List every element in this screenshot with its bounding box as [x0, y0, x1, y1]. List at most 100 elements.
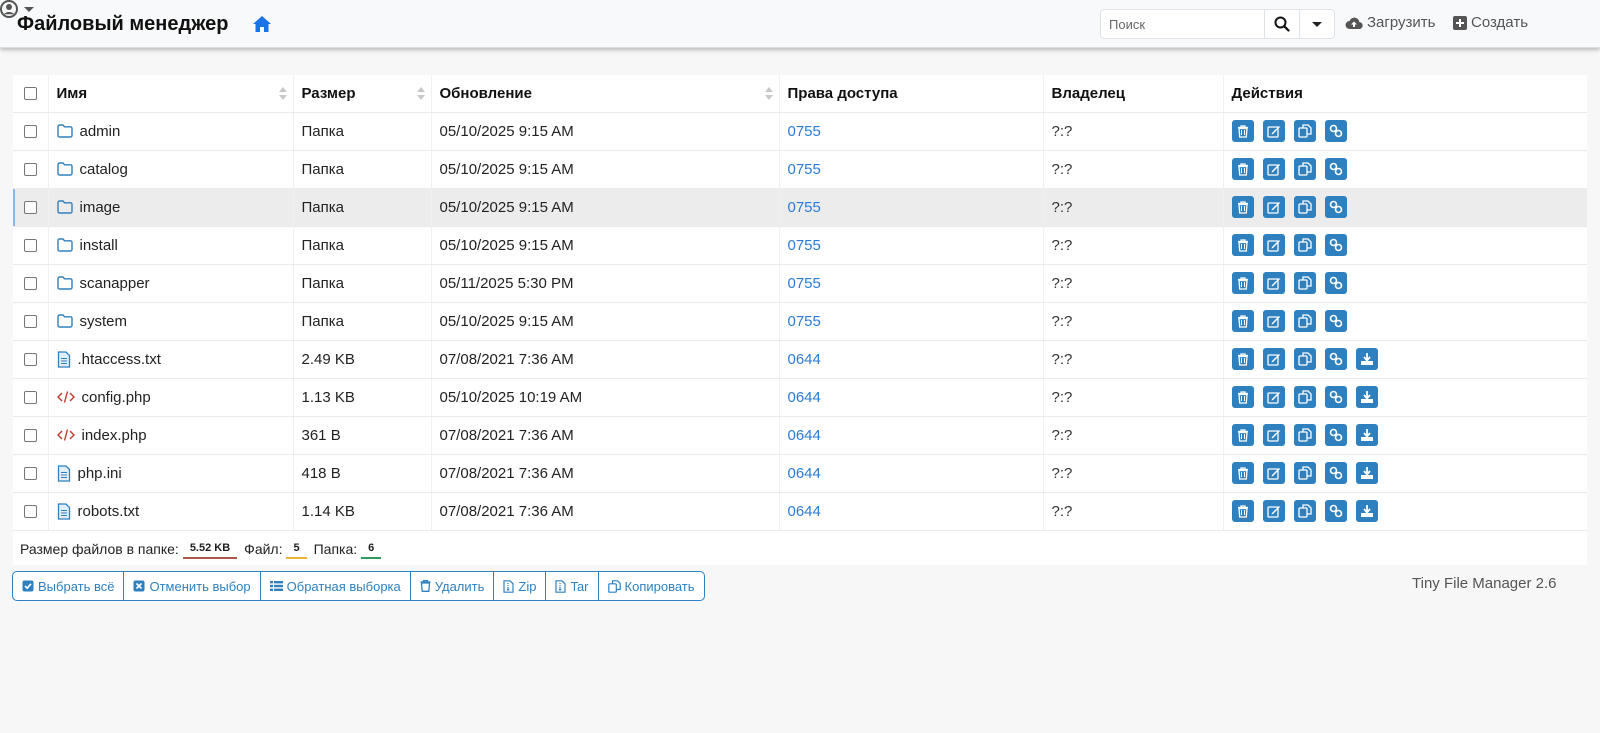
direct-link-button[interactable] — [1324, 120, 1347, 142]
copy-selected-button[interactable]: Копировать — [597, 572, 704, 600]
search-options-dropdown[interactable] — [1300, 9, 1335, 39]
invert-selection-button[interactable]: Обратная выборка — [259, 572, 410, 600]
row-checkbox[interactable] — [23, 391, 37, 405]
table-row[interactable]: scanapper Папка 05/11/2025 5:30 PM 0755?:? — [13, 264, 1587, 303]
row-checkbox[interactable] — [23, 125, 37, 139]
create-link[interactable]: Создать — [1453, 14, 1528, 31]
rename-button[interactable] — [1262, 120, 1285, 142]
direct-link-button[interactable] — [1324, 158, 1347, 180]
file-name-link[interactable]: image — [80, 199, 121, 216]
copy-button[interactable] — [1293, 234, 1316, 256]
table-row[interactable]: config.php 1.13 KB 05/10/2025 10:19 AM 0644… — [13, 378, 1587, 417]
table-row[interactable]: admin Папка 05/10/2025 9:15 AM 0755?:? — [13, 112, 1587, 151]
permissions-link[interactable]: 0755 — [788, 161, 821, 178]
search-input[interactable] — [1100, 9, 1264, 39]
row-checkbox[interactable] — [23, 505, 37, 519]
copy-button[interactable] — [1293, 424, 1316, 446]
table-row[interactable]: index.php 361 B 07/08/2021 7:36 AM 0644?:? — [13, 416, 1587, 455]
delete-button[interactable] — [1231, 500, 1254, 522]
column-modified[interactable]: Обновление — [430, 75, 779, 113]
row-checkbox[interactable] — [23, 353, 37, 367]
delete-selected-button[interactable]: Удалить — [409, 572, 494, 600]
delete-button[interactable] — [1231, 462, 1254, 484]
table-row[interactable]: install Папка 05/10/2025 9:15 AM 0755?:? — [13, 226, 1587, 265]
permissions-link[interactable]: 0644 — [788, 427, 821, 444]
copy-button[interactable] — [1293, 386, 1316, 408]
column-size[interactable]: Размер — [292, 75, 431, 113]
delete-button[interactable] — [1231, 120, 1254, 142]
file-name-link[interactable]: catalog — [80, 161, 128, 178]
row-checkbox[interactable] — [23, 429, 37, 443]
direct-link-button[interactable] — [1324, 424, 1347, 446]
delete-button[interactable] — [1231, 196, 1254, 218]
permissions-link[interactable]: 0755 — [788, 313, 821, 330]
row-checkbox[interactable] — [23, 201, 37, 215]
delete-button[interactable] — [1231, 272, 1254, 294]
permissions-link[interactable]: 0755 — [788, 237, 821, 254]
direct-link-button[interactable] — [1324, 234, 1347, 256]
rename-button[interactable] — [1262, 272, 1285, 294]
row-checkbox[interactable] — [23, 239, 37, 253]
rename-button[interactable] — [1262, 462, 1285, 484]
copy-button[interactable] — [1293, 196, 1316, 218]
permissions-link[interactable]: 0644 — [788, 503, 821, 520]
download-button[interactable] — [1355, 348, 1378, 370]
copy-button[interactable] — [1293, 158, 1316, 180]
permissions-link[interactable]: 0644 — [788, 351, 821, 368]
download-button[interactable] — [1355, 500, 1378, 522]
copy-button[interactable] — [1293, 120, 1316, 142]
permissions-link[interactable]: 0644 — [788, 389, 821, 406]
table-row[interactable]: system Папка 05/10/2025 9:15 AM 0755?:? — [13, 302, 1587, 341]
app-version[interactable]: Tiny File Manager 2.6 — [1412, 575, 1557, 592]
direct-link-button[interactable] — [1324, 500, 1347, 522]
file-name-link[interactable]: system — [80, 313, 128, 330]
upload-link[interactable]: Загрузить — [1345, 14, 1436, 31]
select-all-button[interactable]: Выбрать всё — [13, 572, 123, 600]
file-name-link[interactable]: config.php — [82, 389, 151, 406]
permissions-link[interactable]: 0755 — [788, 199, 821, 216]
row-checkbox[interactable] — [23, 277, 37, 291]
row-checkbox[interactable] — [23, 315, 37, 329]
copy-button[interactable] — [1293, 348, 1316, 370]
file-name-link[interactable]: install — [80, 237, 118, 254]
select-all-checkbox[interactable] — [23, 87, 37, 101]
zip-button[interactable]: Zip — [493, 572, 545, 600]
permissions-link[interactable]: 0644 — [788, 465, 821, 482]
tar-button[interactable]: Tar — [545, 572, 597, 600]
direct-link-button[interactable] — [1324, 462, 1347, 484]
table-row[interactable]: image Папка 05/10/2025 9:15 AM 0755?:? — [13, 188, 1587, 227]
table-row[interactable]: robots.txt 1.14 KB 07/08/2021 7:36 AM 0644?… — [13, 492, 1587, 531]
file-name-link[interactable]: scanapper — [80, 275, 150, 292]
rename-button[interactable] — [1262, 386, 1285, 408]
table-row[interactable]: .htaccess.txt 2.49 KB 07/08/2021 7:36 AM 06… — [13, 340, 1587, 379]
rename-button[interactable] — [1262, 158, 1285, 180]
direct-link-button[interactable] — [1324, 272, 1347, 294]
rename-button[interactable] — [1262, 424, 1285, 446]
download-button[interactable] — [1355, 386, 1378, 408]
copy-button[interactable] — [1293, 272, 1316, 294]
copy-button[interactable] — [1293, 500, 1316, 522]
delete-button[interactable] — [1231, 348, 1254, 370]
delete-button[interactable] — [1231, 386, 1254, 408]
file-name-link[interactable]: .htaccess.txt — [78, 351, 161, 368]
table-row[interactable]: catalog Папка 05/10/2025 9:15 AM 0755?:? — [13, 150, 1587, 189]
home-icon[interactable] — [252, 15, 272, 33]
column-name[interactable]: Имя — [47, 75, 293, 113]
direct-link-button[interactable] — [1324, 196, 1347, 218]
copy-button[interactable] — [1293, 310, 1316, 332]
file-name-link[interactable]: admin — [80, 123, 121, 140]
permissions-link[interactable]: 0755 — [788, 275, 821, 292]
file-name-link[interactable]: index.php — [82, 427, 147, 444]
rename-button[interactable] — [1262, 348, 1285, 370]
rename-button[interactable] — [1262, 234, 1285, 256]
download-button[interactable] — [1355, 424, 1378, 446]
file-name-link[interactable]: robots.txt — [78, 503, 140, 520]
rename-button[interactable] — [1262, 500, 1285, 522]
direct-link-button[interactable] — [1324, 386, 1347, 408]
table-row[interactable]: php.ini 418 B 07/08/2021 7:36 AM 0644?:? — [13, 454, 1587, 493]
rename-button[interactable] — [1262, 310, 1285, 332]
rename-button[interactable] — [1262, 196, 1285, 218]
copy-button[interactable] — [1293, 462, 1316, 484]
row-checkbox[interactable] — [23, 163, 37, 177]
permissions-link[interactable]: 0755 — [788, 123, 821, 140]
